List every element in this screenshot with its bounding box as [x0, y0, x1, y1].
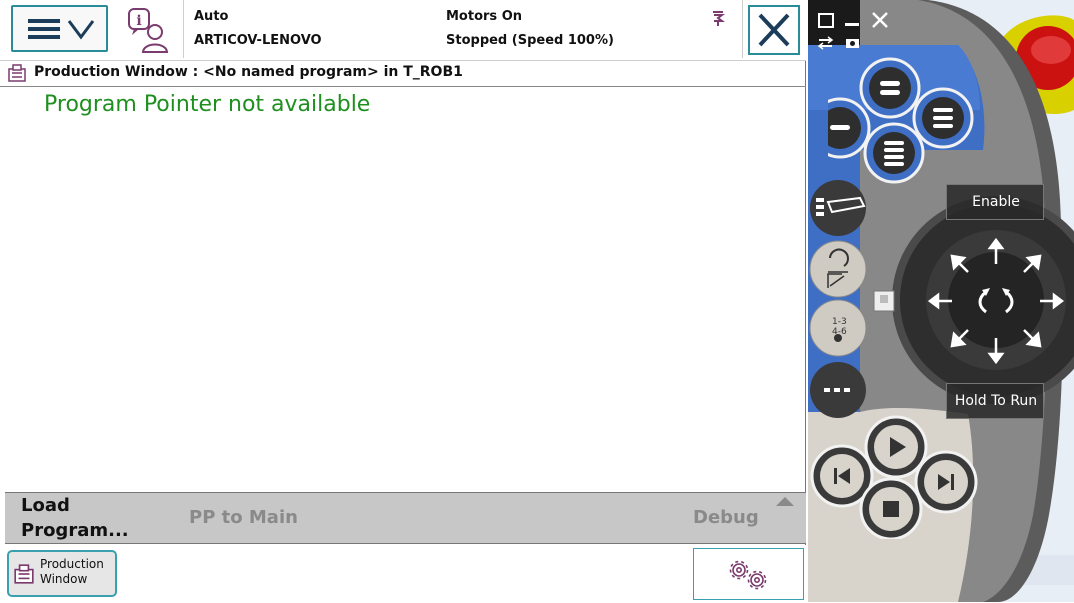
restore-icon[interactable]	[818, 13, 834, 28]
program-pointer-message: Program Pointer not available	[44, 92, 371, 117]
svg-text:i: i	[136, 13, 141, 29]
debug-menu-arrow-icon[interactable]	[776, 497, 794, 506]
axis-toggle-button[interactable]: 1-3 4-6	[809, 299, 867, 357]
event-log-button[interactable]: i	[124, 4, 176, 56]
robot-task-icon	[713, 11, 725, 26]
production-window-icon	[14, 564, 34, 584]
prog-key-3[interactable]	[912, 87, 974, 149]
load-program-button[interactable]: Load Program...	[21, 493, 129, 543]
production-window-icon	[8, 64, 26, 82]
program-state: Stopped (Speed 100%)	[446, 33, 614, 48]
prog-key-1[interactable]	[859, 57, 921, 119]
motors-state: Motors On	[446, 9, 522, 24]
close-button[interactable]	[748, 5, 800, 55]
svg-text:1-3: 1-3	[832, 317, 847, 327]
pendant-window-controls	[808, 0, 908, 56]
pp-to-main-button[interactable]: PP to Main	[189, 507, 298, 528]
camera-icon[interactable]	[846, 39, 859, 48]
controller-name: ARTICOV-LENOVO	[194, 33, 322, 48]
jog-mode-keys: 1-3 4-6	[809, 180, 867, 418]
programmable-keys	[828, 57, 974, 184]
swap-icon[interactable]	[817, 36, 834, 50]
window-title-bar: Production Window : <No named program> i…	[0, 60, 806, 87]
taskbar-label-line2: Window	[40, 572, 88, 586]
load-program-line1: Load	[21, 495, 70, 516]
debug-button[interactable]: Debug	[693, 507, 759, 528]
status-bar: i Auto ARTICOV-LENOVO Motors On Stopped …	[0, 0, 806, 61]
status-panel[interactable]: Auto ARTICOV-LENOVO Motors On Stopped (S…	[183, 0, 743, 58]
minimize-icon[interactable]	[845, 23, 859, 26]
close-window-icon[interactable]	[872, 12, 888, 28]
taskbar-label-line1: Production	[40, 557, 104, 571]
program-execution-keys	[810, 415, 978, 539]
pendant-hardware: 1-3 4-6 Enable Hold To Run	[808, 0, 1074, 602]
window-title: Production Window : <No named program> i…	[34, 64, 463, 80]
taskbar: Production Window	[0, 545, 806, 602]
window-controls-graphic	[817, 12, 888, 50]
stop-button[interactable]	[859, 477, 923, 539]
operating-mode: Auto	[194, 9, 229, 24]
taskbar-production-window[interactable]: Production Window	[7, 550, 117, 597]
joystick[interactable]	[928, 234, 1064, 368]
step-forward-button[interactable]	[914, 450, 978, 514]
abb-menu-button[interactable]	[11, 5, 108, 52]
command-bar: Load Program... PP to Main Debug	[5, 492, 806, 544]
start-button[interactable]	[864, 415, 928, 479]
info-person-icon: i	[128, 8, 169, 53]
usb-port-icon	[873, 290, 895, 312]
prog-key-2[interactable]	[828, 97, 871, 159]
linear-reorient-button[interactable]	[809, 240, 867, 298]
enable-device-label[interactable]: Enable	[946, 184, 1044, 220]
mechanical-unit-button[interactable]	[810, 180, 866, 236]
hold-to-run-text: Hold To Run	[954, 393, 1038, 409]
enable-text: Enable	[972, 194, 1020, 210]
gears-icon	[729, 560, 767, 590]
close-icon	[758, 13, 790, 47]
quickset-button[interactable]	[693, 548, 804, 600]
load-program-line2: Program...	[21, 520, 129, 541]
hamburger-chevron-icon	[28, 19, 95, 40]
taskbar-label: Production Window	[40, 557, 116, 587]
prog-key-4[interactable]	[863, 122, 925, 184]
flexpendant-screen: i Auto ARTICOV-LENOVO Motors On Stopped …	[0, 0, 806, 602]
increment-button[interactable]	[810, 362, 866, 418]
